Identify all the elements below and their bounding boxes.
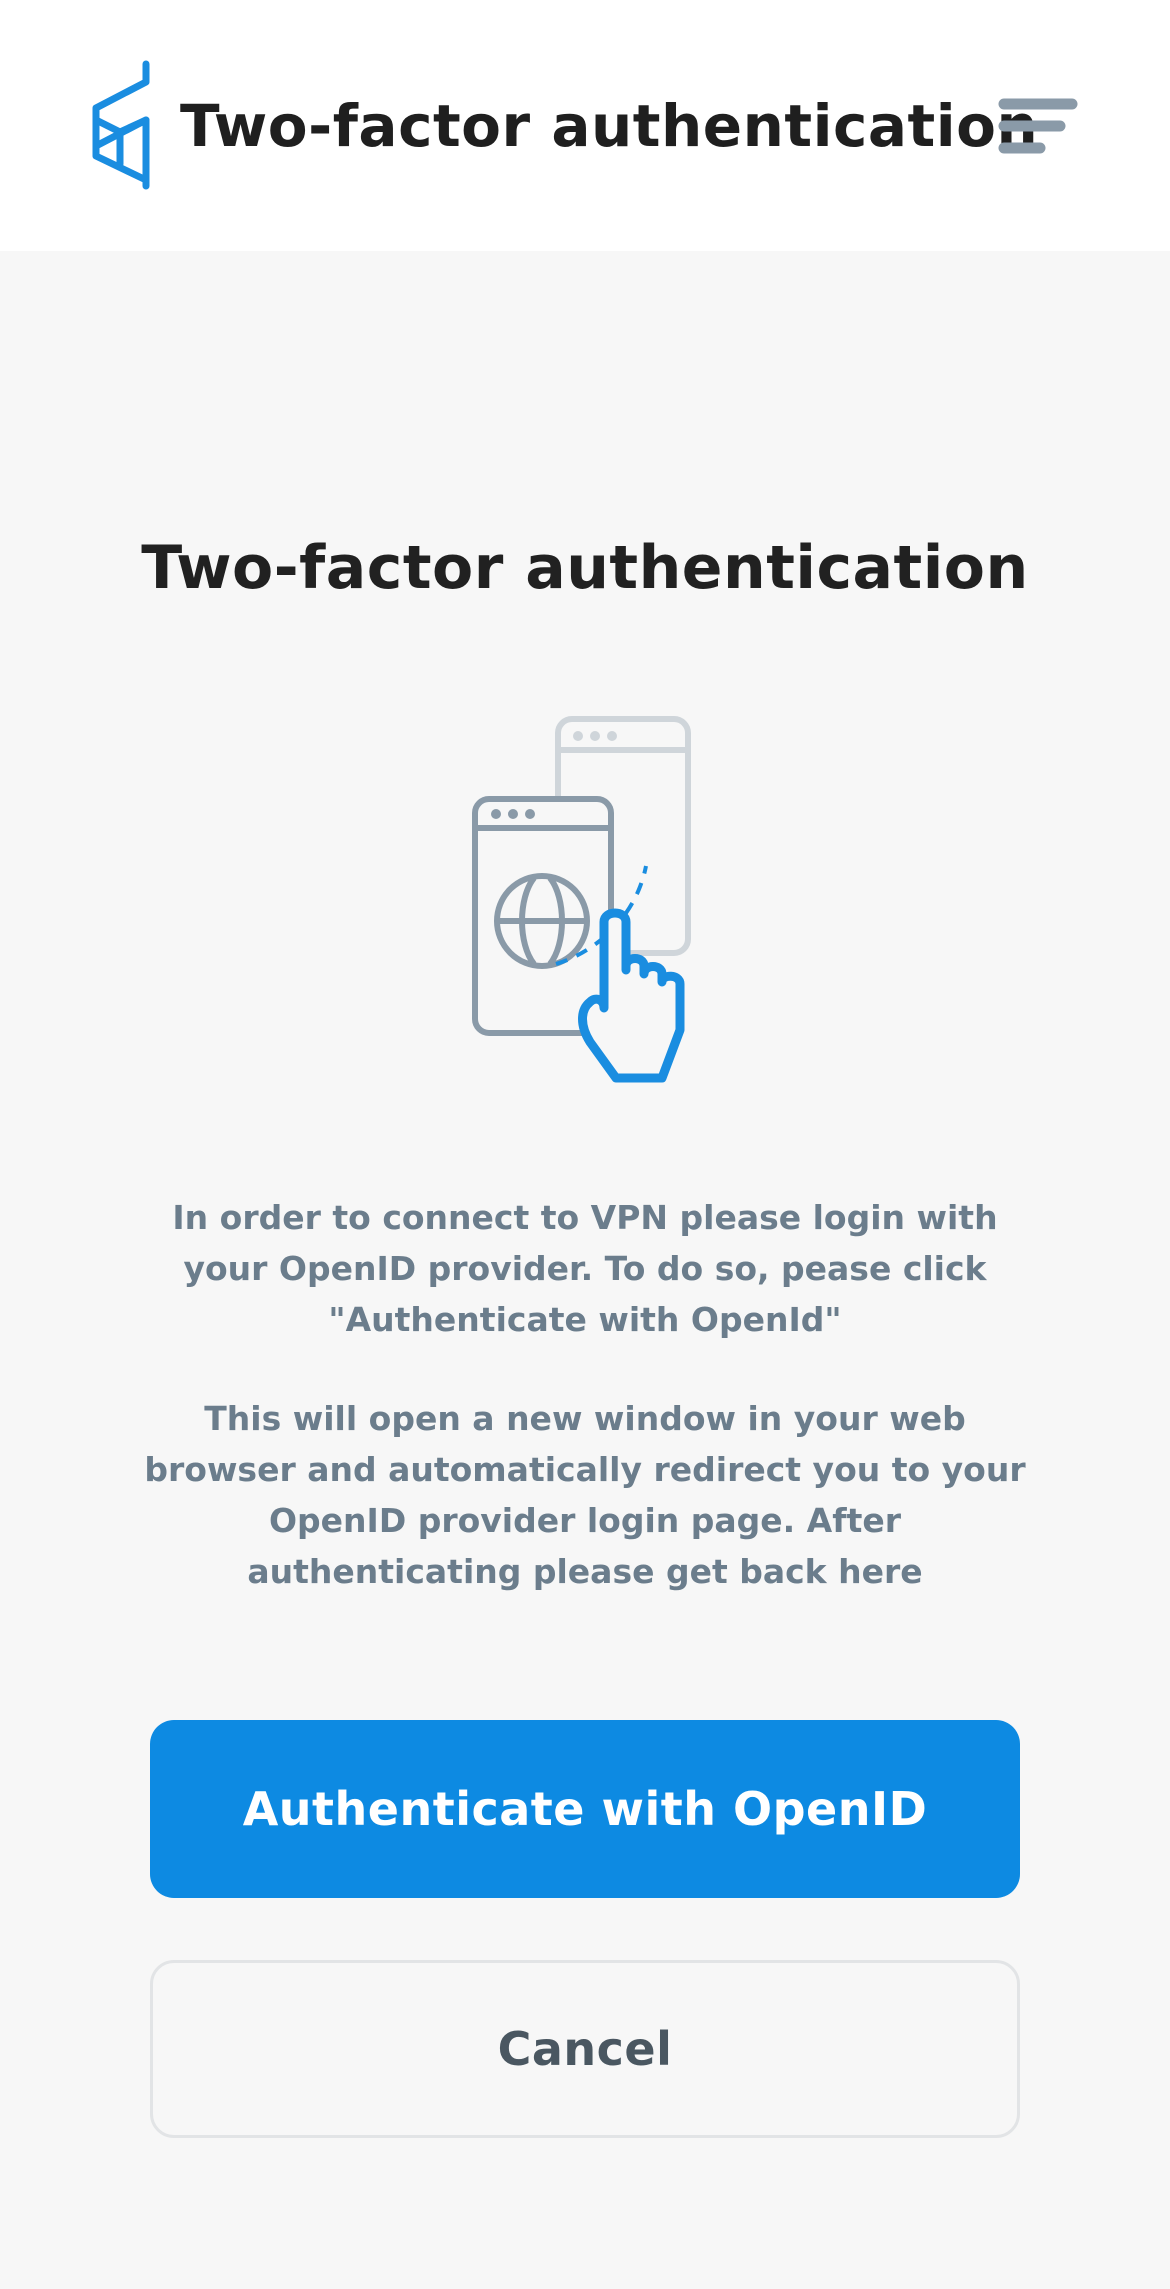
page-title: Two-factor authentication — [141, 533, 1029, 603]
cancel-label: Cancel — [497, 2022, 673, 2076]
hexagon-logo-icon — [88, 60, 154, 190]
app-header: Two-factor authentication — [0, 0, 1170, 251]
tap-to-open-browser-illustration — [466, 712, 744, 1086]
instructions-paragraph: In order to connect to VPN please login … — [172, 1198, 998, 1339]
redirect-info-paragraph: This will open a new window in your web … — [144, 1399, 1026, 1591]
authenticate-openid-button[interactable]: Authenticate with OpenID — [150, 1720, 1020, 1898]
hamburger-menu-icon[interactable] — [990, 90, 1080, 162]
header-title: Two-factor authentication — [180, 92, 1039, 160]
authenticate-openid-label: Authenticate with OpenID — [242, 1782, 928, 1836]
cancel-button[interactable]: Cancel — [150, 1960, 1020, 2138]
